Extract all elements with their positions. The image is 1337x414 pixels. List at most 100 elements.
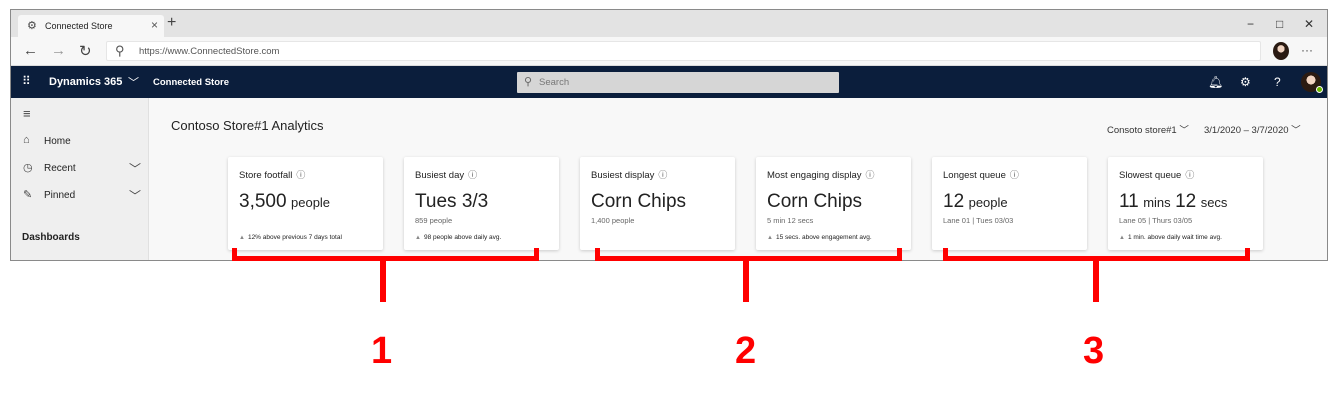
bell-icon[interactable]: 🔔︎ bbox=[1208, 75, 1223, 89]
chevron-down-icon[interactable]: ﹀ bbox=[129, 160, 141, 177]
annotation-bracket-left bbox=[595, 248, 600, 261]
annotation-bracket-right bbox=[534, 248, 539, 261]
kpi-card-slowest-queue[interactable]: Slowest queue ⓘ 11 mins 12 secs Lane 05 |… bbox=[1108, 157, 1263, 250]
browser-window: ⚙ Connected Store × + − □ ✕ ← → ↻ ⚲ http… bbox=[10, 9, 1328, 261]
chevron-down-icon: ﹀ bbox=[1179, 125, 1189, 136]
tab-close-icon[interactable]: × bbox=[151, 18, 158, 32]
profile-avatar[interactable] bbox=[1273, 42, 1289, 60]
close-window-icon[interactable]: ✕ bbox=[1304, 17, 1314, 31]
chevron-down-icon[interactable]: ﹀ bbox=[128, 74, 139, 90]
app-name[interactable]: Connected Store bbox=[153, 77, 229, 88]
hamburger-icon[interactable]: ≡ bbox=[23, 106, 31, 121]
search-icon: ⚲ bbox=[115, 43, 125, 58]
app-header: ⠿ Dynamics 365 ﹀ Connected Store ⚲ Searc… bbox=[11, 66, 1327, 98]
date-range-selector[interactable]: 3/1/2020 – 3/7/2020 ﹀ bbox=[1204, 122, 1301, 136]
card-value-unit: people bbox=[291, 195, 331, 210]
annotation-label-1: 1 bbox=[371, 330, 393, 372]
card-footer: ▲ 1 min. above daily wait time avg. bbox=[1119, 234, 1222, 241]
kpi-card-store-footfall[interactable]: Store footfall ⓘ 3,500 people ▲ 12% above … bbox=[228, 157, 383, 250]
search-input[interactable]: ⚲ Search bbox=[517, 72, 839, 93]
sidebar-item-home[interactable]: ⌂ Home bbox=[11, 130, 149, 154]
product-name[interactable]: Dynamics 365 bbox=[49, 76, 122, 88]
refresh-icon[interactable]: ↻ bbox=[79, 42, 92, 60]
annotation-bracket-left bbox=[232, 248, 237, 261]
card-value-unit: mins bbox=[1143, 195, 1171, 210]
sidebar-item-label: Home bbox=[44, 136, 71, 147]
search-placeholder: Search bbox=[539, 77, 570, 88]
card-footer: ▲ 12% above previous 7 days total bbox=[239, 234, 342, 241]
kpi-card-busiest-day[interactable]: Busiest day ⓘ Tues 3/3 859 people ▲ 98 peo… bbox=[404, 157, 559, 250]
annotation-label-3: 3 bbox=[1083, 330, 1105, 372]
sidebar-item-pinned[interactable]: ✎ Pinned ﹀ bbox=[11, 184, 149, 208]
minimize-icon[interactable]: − bbox=[1247, 17, 1254, 31]
kpi-card-busiest-display[interactable]: Busiest display ⓘ Corn Chips 1,400 people bbox=[580, 157, 735, 250]
info-icon[interactable]: ⓘ bbox=[296, 170, 305, 180]
card-value-number: Corn Chips bbox=[767, 191, 863, 212]
back-icon[interactable]: ← bbox=[23, 42, 38, 59]
card-value-number: Tues 3/3 bbox=[415, 191, 489, 212]
sidebar-item-label: Pinned bbox=[44, 190, 76, 201]
card-title: Busiest display ⓘ bbox=[591, 168, 667, 181]
help-icon[interactable]: ? bbox=[1274, 75, 1281, 89]
trend-up-icon: ▲ bbox=[415, 235, 421, 241]
search-icon: ⚲ bbox=[524, 76, 533, 88]
presence-badge bbox=[1316, 86, 1323, 93]
card-title-text: Most engaging display bbox=[767, 170, 862, 181]
trend-up-icon: ▲ bbox=[1119, 235, 1125, 241]
card-value-number-2: 12 bbox=[1175, 191, 1197, 212]
card-subtitle: Lane 01 | Tues 03/03 bbox=[943, 216, 1014, 225]
card-footer: ▲ 15 secs. above engagement avg. bbox=[767, 234, 872, 241]
card-subtitle: Lane 05 | Thurs 03/05 bbox=[1119, 216, 1193, 225]
card-title-text: Busiest day bbox=[415, 170, 465, 181]
new-tab-icon[interactable]: + bbox=[167, 14, 176, 32]
card-value-number: 11 bbox=[1119, 191, 1139, 212]
card-value: 3,500 people bbox=[239, 191, 330, 213]
sidebar-item-recent[interactable]: ◷ Recent ﹀ bbox=[11, 157, 149, 181]
card-value-number: Corn Chips bbox=[591, 191, 687, 212]
address-bar: ← → ↻ ⚲ https://www.ConnectedStore.com ·… bbox=[11, 37, 1327, 66]
info-icon[interactable]: ⓘ bbox=[1185, 170, 1194, 180]
card-title-text: Store footfall bbox=[239, 170, 293, 181]
card-value-number: 12 bbox=[943, 191, 965, 212]
card-title: Most engaging display ⓘ bbox=[767, 168, 875, 181]
kpi-card-longest-queue[interactable]: Longest queue ⓘ 12 people Lane 01 | Tues … bbox=[932, 157, 1087, 250]
card-value: 11 mins 12 secs bbox=[1119, 191, 1227, 213]
more-options-icon[interactable]: ··· bbox=[1301, 43, 1313, 57]
section-label-dashboards: Dashboards bbox=[22, 232, 80, 243]
card-value: 12 people bbox=[943, 191, 1008, 213]
card-title: Store footfall ⓘ bbox=[239, 168, 305, 181]
info-icon[interactable]: ⓘ bbox=[866, 170, 875, 180]
kpi-card-most-engaging-display[interactable]: Most engaging display ⓘ Corn Chips 5 min … bbox=[756, 157, 911, 250]
page-title: Contoso Store#1 Analytics bbox=[171, 118, 324, 133]
chevron-down-icon: ﹀ bbox=[1291, 125, 1301, 136]
card-title: Longest queue ⓘ bbox=[943, 168, 1019, 181]
annotation-bracket-stem bbox=[380, 260, 386, 302]
card-value: Corn Chips bbox=[767, 191, 862, 213]
clock-icon: ◷ bbox=[23, 162, 33, 174]
url-input[interactable]: ⚲ https://www.ConnectedStore.com bbox=[106, 41, 1261, 61]
chevron-down-icon[interactable]: ﹀ bbox=[129, 187, 141, 204]
card-title-text: Slowest queue bbox=[1119, 170, 1182, 181]
info-icon[interactable]: ⓘ bbox=[1010, 170, 1019, 180]
card-subtitle: 1,400 people bbox=[591, 216, 635, 225]
browser-tab[interactable]: ⚙ Connected Store × bbox=[18, 15, 164, 37]
info-icon[interactable]: ⓘ bbox=[658, 170, 667, 180]
trend-up-icon: ▲ bbox=[239, 235, 245, 241]
sidebar: ≡ ⌂ Home ◷ Recent ﹀ ✎ Pinned ﹀ Dashboard… bbox=[11, 98, 149, 260]
card-footer-text: 1 min. above daily wait time avg. bbox=[1127, 234, 1222, 241]
annotation-bracket-right bbox=[1245, 248, 1250, 261]
info-icon[interactable]: ⓘ bbox=[468, 170, 477, 180]
card-footer-text: 15 secs. above engagement avg. bbox=[775, 234, 872, 241]
annotation-bracket-right bbox=[897, 248, 902, 261]
card-value-unit-2: secs bbox=[1200, 195, 1228, 210]
app-launcher-icon[interactable]: ⠿ bbox=[22, 74, 31, 88]
tab-bar: ⚙ Connected Store × + − □ ✕ bbox=[11, 10, 1327, 37]
annotation-bracket-stem bbox=[743, 260, 749, 302]
maximize-icon[interactable]: □ bbox=[1276, 17, 1283, 31]
annotation-bracket-stem bbox=[1093, 260, 1099, 302]
gear-icon[interactable]: ⚙ bbox=[1240, 75, 1251, 89]
card-value: Corn Chips bbox=[591, 191, 686, 213]
forward-icon[interactable]: → bbox=[51, 42, 66, 59]
url-text: https://www.ConnectedStore.com bbox=[139, 46, 280, 57]
store-selector[interactable]: Consoto store#1 ﹀ bbox=[1107, 122, 1189, 136]
